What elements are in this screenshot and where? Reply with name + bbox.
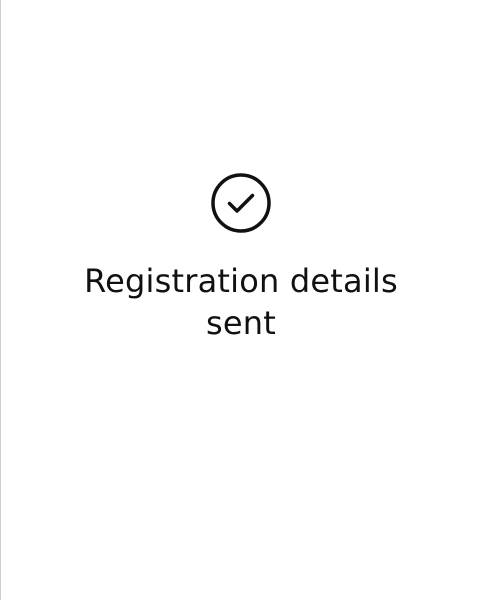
confirmation-panel: Registration details sent [0, 0, 480, 600]
check-circle-icon [210, 172, 272, 234]
confirmation-message: Registration details sent [84, 262, 398, 342]
confirmation-content: Registration details sent [1, 172, 480, 344]
